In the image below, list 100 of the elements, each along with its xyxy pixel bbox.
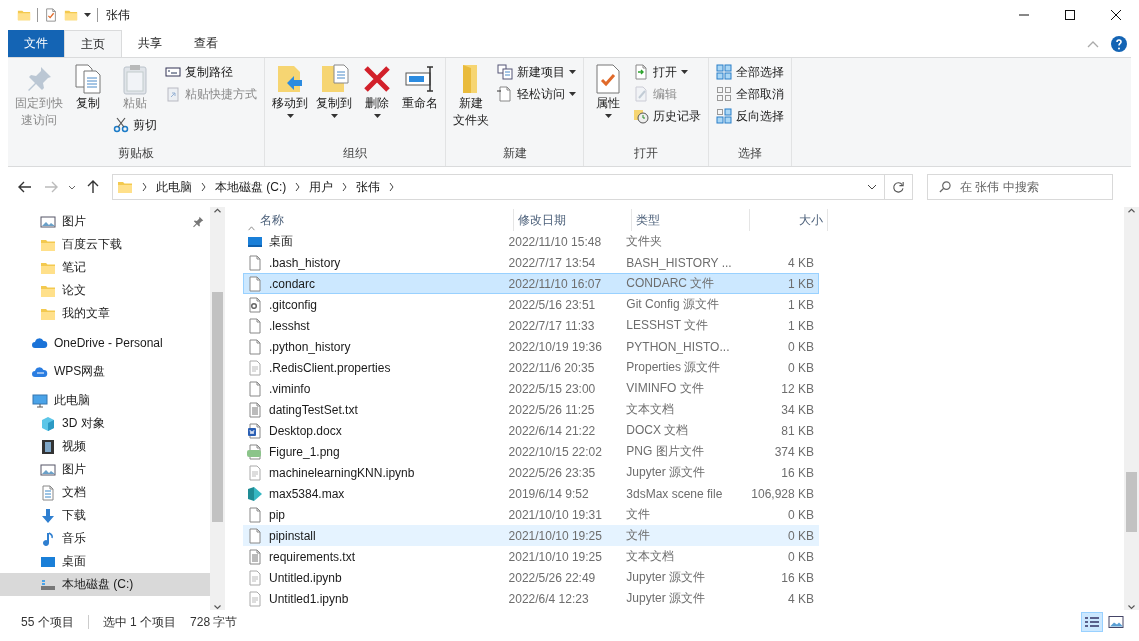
scrollbar[interactable] <box>1124 207 1139 610</box>
sidebar-item[interactable]: WPS网盘 <box>0 360 210 383</box>
ribbon-tab[interactable]: 查看 <box>178 30 234 57</box>
music-note-icon <box>40 530 56 547</box>
file-row[interactable]: .python_history 2022/10/19 19:36 PYTHON_HISTO... 0 KB <box>243 336 819 357</box>
file-row[interactable]: pipinstall 2021/10/10 19:25 文件 0 KB <box>243 525 819 546</box>
search-field[interactable]: 在 张伟 中搜索 <box>927 174 1113 200</box>
breadcrumb[interactable]: 本地磁盘 (C:) <box>215 178 287 196</box>
table-cell-text: 文件夹 <box>625 233 664 250</box>
sidebar-item[interactable]: 百度云下载 <box>0 233 210 256</box>
table-cell-text: 文本文档 <box>625 548 676 565</box>
ribbon-button[interactable]: 删除 <box>357 61 397 120</box>
grid-icon <box>716 64 732 80</box>
maximize-icon <box>1065 10 1075 20</box>
breadcrumb[interactable]: 张伟 <box>356 178 381 196</box>
sidebar-item[interactable]: 笔记 <box>0 256 210 279</box>
ribbon-button[interactable]: 属性 <box>588 61 628 120</box>
caret-icon <box>84 13 91 17</box>
breadcrumb[interactable]: 用户 <box>309 178 334 196</box>
caret-icon <box>569 92 576 96</box>
ribbon-button[interactable]: 移动到 <box>269 61 311 120</box>
ribbon-button[interactable]: 剪切 <box>110 114 160 136</box>
group-label: 打开 <box>633 145 659 162</box>
easy-access-icon <box>497 86 513 102</box>
sidebar-item[interactable]: 此电脑 <box>0 389 210 412</box>
sidebar-item[interactable]: 论文 <box>0 279 210 302</box>
file-row[interactable]: .viminfo 2022/5/15 23:00 VIMINFO 文件 12 KB <box>243 378 819 399</box>
scroll-thumb[interactable] <box>1126 472 1137 532</box>
table-cell-text: 2021/10/10 19:25 <box>507 548 603 566</box>
file-row[interactable]: .gitconfig 2022/5/16 23:51 Git Config 源文件 1 KB <box>243 294 819 315</box>
file-row[interactable]: Figure_1.png 2022/10/15 22:02 PNG 图片文件 374 KB <box>243 441 819 462</box>
column-header[interactable]: 类型 <box>632 209 750 231</box>
address-bar[interactable]: 此电脑 本地磁盘 (C:) 用户 张伟 <box>112 174 885 200</box>
ribbon-button[interactable]: 打开 <box>630 61 704 83</box>
scroll-up-icon <box>213 207 222 213</box>
ribbon-button[interactable]: 历史记录 <box>630 105 704 127</box>
ribbon-button[interactable]: 反向选择 <box>713 105 787 127</box>
column-header[interactable]: 修改日期 <box>514 209 632 231</box>
sidebar-item[interactable]: OneDrive - Personal <box>0 331 210 354</box>
scroll-thumb[interactable] <box>212 292 223 522</box>
scrollbar[interactable] <box>210 207 225 610</box>
ribbon-button[interactable]: 轻松访问 <box>494 83 579 105</box>
file-name: Untitled.ipynb <box>269 570 342 585</box>
ribbon-tab[interactable]: 文件 <box>8 30 64 57</box>
ribbon-button[interactable]: 复制路径 <box>162 61 260 83</box>
ribbon-button[interactable]: 复制 <box>68 61 108 114</box>
table-cell-text: 2019/6/14 9:52 <box>507 485 590 503</box>
breadcrumb[interactable]: 此电脑 <box>156 178 192 196</box>
file-name: Figure_1.png <box>269 444 340 459</box>
ribbon-button[interactable]: 新建项目 <box>494 61 579 83</box>
table-cell-text: 374 KB <box>773 443 815 461</box>
file-row[interactable]: Untitled1.ipynb 2022/6/4 12:23 Jupyter 源文件 4 KB <box>243 588 819 609</box>
file-name: .RedisClient.properties <box>269 360 391 375</box>
sidebar-item[interactable]: 图片 <box>0 458 210 481</box>
column-header[interactable]: 名称 <box>256 209 514 231</box>
sidebar-item[interactable]: 本地磁盘 (C:) <box>0 573 210 596</box>
table-cell-text: 34 KB <box>780 401 815 419</box>
refresh-button[interactable] <box>885 174 913 200</box>
file-row[interactable]: max5384.max 2019/6/14 9:52 3dsMax scene file 106,928 KB <box>243 483 819 504</box>
ribbon-button[interactable]: 全部选择 <box>713 61 787 83</box>
file-row[interactable]: machinelearningKNN.ipynb 2022/5/26 23:35 Jupyter 源文件 16 KB <box>243 462 819 483</box>
sidebar-item[interactable]: 下载 <box>0 504 210 527</box>
caret-icon <box>330 114 338 118</box>
sidebar-item[interactable]: 3D 对象 <box>0 412 210 435</box>
sidebar-item[interactable]: 图片 <box>0 210 210 233</box>
file-row[interactable]: datingTestSet.txt 2022/5/26 11:25 文本文档 34 KB <box>243 399 819 420</box>
ribbon-button[interactable]: 复制到 <box>313 61 355 120</box>
file-row[interactable]: pip 2021/10/10 19:31 文件 0 KB <box>243 504 819 525</box>
sidebar-item[interactable]: 视频 <box>0 435 210 458</box>
ribbon-tab[interactable]: 主页 <box>64 30 122 57</box>
table-cell-text: 2022/5/16 23:51 <box>507 296 597 314</box>
file-row[interactable]: .lesshst 2022/7/17 11:33 LESSHST 文件 1 KB <box>243 315 819 336</box>
sidebar-item[interactable]: 桌面 <box>0 550 210 573</box>
text-file-icon <box>247 464 263 481</box>
file-row[interactable]: Desktop.docx 2022/6/14 21:22 DOCX 文档 81 KB <box>243 420 819 441</box>
sidebar-item[interactable]: 我的文章 <box>0 302 210 325</box>
table-cell-text: 1 KB <box>787 317 815 335</box>
forward-arrow-icon <box>44 181 58 193</box>
sidebar-item[interactable]: 音乐 <box>0 527 210 550</box>
column-header[interactable]: 大小 <box>750 209 828 231</box>
file-row[interactable]: 桌面 2022/11/10 15:48 文件夹 <box>243 231 819 252</box>
search-icon <box>939 181 951 193</box>
file-row[interactable]: .bash_history 2022/7/17 13:54 BASH_HISTORY ... 4 KB <box>243 252 819 273</box>
table-cell-text: 文件 <box>625 506 652 523</box>
ribbon-tab[interactable]: 共享 <box>122 30 178 57</box>
ribbon-button[interactable]: 重命名 <box>399 61 441 114</box>
table-cell-text: 0 KB <box>787 338 815 356</box>
ribbon-button[interactable]: 全部取消 <box>713 83 787 105</box>
file-row[interactable]: .condarc 2022/11/10 16:07 CONDARC 文件 1 KB <box>243 273 819 294</box>
file-row[interactable]: .RedisClient.properties 2022/11/6 20:35 Properties 源文件 0 KB <box>243 357 819 378</box>
table-cell-text: 文本文档 <box>625 401 676 418</box>
table-cell-text: CONDARC 文件 <box>625 275 716 292</box>
file-row[interactable]: Untitled.ipynb 2022/5/26 22:49 Jupyter 源文件 16 KB <box>243 567 819 588</box>
file-row[interactable]: requirements.txt 2021/10/10 19:25 文本文档 0 KB <box>243 546 819 567</box>
sidebar-item[interactable]: 文档 <box>0 481 210 504</box>
ribbon-button[interactable]: 新建 文件夹 <box>450 61 492 131</box>
collapse-icon <box>1087 39 1099 48</box>
view-button[interactable] <box>1081 612 1103 632</box>
properties-icon <box>44 7 58 23</box>
table-cell-text: 16 KB <box>780 569 815 587</box>
